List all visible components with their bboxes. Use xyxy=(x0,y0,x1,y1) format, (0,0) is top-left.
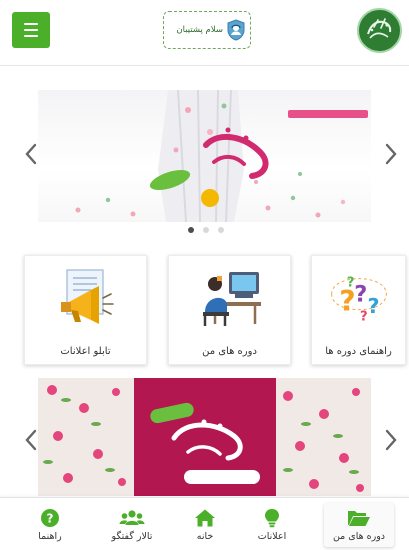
nav-forum[interactable]: تالار گفتگو xyxy=(96,503,168,547)
svg-text:?: ? xyxy=(346,276,354,291)
card-announcement-board[interactable]: تابلو اعلانات xyxy=(24,255,147,365)
home-icon xyxy=(195,509,215,527)
slider-dot[interactable] xyxy=(188,227,194,233)
banner-slide-2[interactable] xyxy=(38,378,371,496)
svg-text:?: ? xyxy=(354,282,367,308)
card-label: دوره های من xyxy=(202,346,257,357)
svg-text:?: ? xyxy=(367,294,379,318)
card-course-guide[interactable]: ? ? ? ? ? راهنمای دوره ها xyxy=(311,255,406,365)
nav-help[interactable]: ? راهنما xyxy=(18,503,82,547)
slider2-prev-button[interactable] xyxy=(24,428,38,452)
hamburger-menu-button[interactable] xyxy=(12,12,50,48)
support-greeting-button[interactable]: سلام پشتیبان xyxy=(163,11,251,49)
slider-prev-button[interactable] xyxy=(24,142,38,166)
student-computer-icon xyxy=(202,272,261,326)
nav-home[interactable]: خانه xyxy=(180,503,230,547)
nav-notifications[interactable]: اعلانات xyxy=(244,503,300,547)
nav-label: دوره های من xyxy=(332,531,386,542)
chevron-right-icon xyxy=(385,143,397,165)
card-label: تابلو اعلانات xyxy=(60,346,111,357)
slider-next-button[interactable] xyxy=(384,142,398,166)
card-label: راهنمای دوره ها xyxy=(325,346,392,357)
svg-text:?: ? xyxy=(47,512,54,526)
nav-label: راهنما xyxy=(38,531,62,542)
chevron-left-icon xyxy=(25,429,37,451)
banner-slide-1[interactable] xyxy=(38,90,371,222)
slider-dot[interactable] xyxy=(203,227,209,233)
folder-open-icon xyxy=(348,511,370,526)
chevron-right-icon xyxy=(385,429,397,451)
chevron-left-icon xyxy=(25,143,37,165)
svg-text:?: ? xyxy=(359,310,367,325)
app-header: سلام پشتیبان xyxy=(0,0,409,66)
support-shield-icon xyxy=(227,19,245,41)
banner2-artwork xyxy=(38,378,371,496)
nav-label: خانه xyxy=(196,531,214,542)
lightbulb-icon xyxy=(265,509,279,528)
slider2-next-button[interactable] xyxy=(384,428,398,452)
site-logo[interactable] xyxy=(357,8,402,53)
hamburger-menu-icon xyxy=(24,23,38,25)
help-circle-icon: ? xyxy=(41,509,59,527)
nav-label: تالار گفتگو xyxy=(111,531,153,542)
users-group-icon xyxy=(119,510,145,525)
slider-dot[interactable] xyxy=(218,227,224,233)
card-my-courses[interactable]: دوره های من xyxy=(168,255,291,365)
logo-emblem-icon xyxy=(361,12,398,49)
bottom-navigation: ? راهنما تالار گفتگو خانه اعلانات دوره ه… xyxy=(0,497,409,550)
banner-artwork xyxy=(75,90,368,222)
question-marks-icon: ? ? ? ? ? xyxy=(330,276,387,325)
nav-my-courses[interactable]: دوره های من xyxy=(324,503,394,547)
support-label: سلام پشتیبان xyxy=(176,25,223,35)
megaphone-board-icon xyxy=(60,269,114,324)
nav-label: اعلانات xyxy=(257,531,287,542)
slider-pagination xyxy=(188,227,224,233)
